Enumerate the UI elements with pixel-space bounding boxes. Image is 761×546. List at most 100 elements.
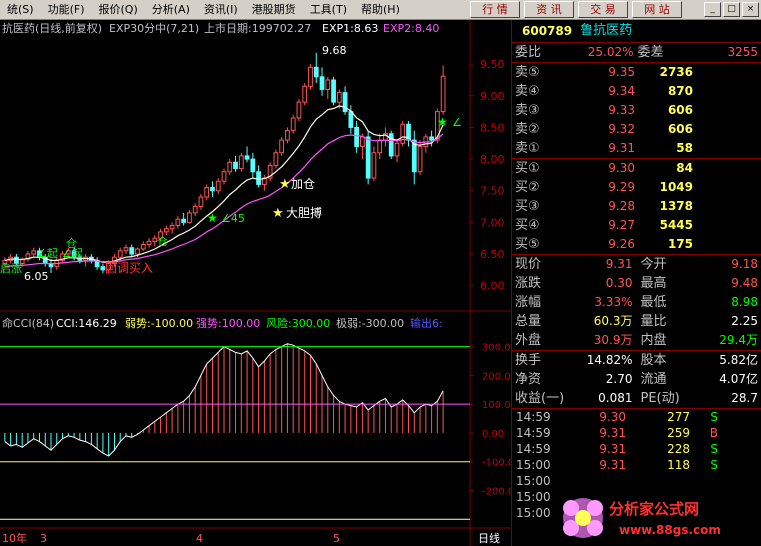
menu-tools[interactable]: 工具(T) (303, 0, 354, 19)
candle-body (123, 247, 129, 252)
candle-body (290, 117, 296, 132)
stat-label: 内盘 (640, 333, 667, 348)
cci-output: 输出6: (410, 316, 443, 330)
position-label-2: 仓 (157, 234, 168, 248)
tick-row: 14:59 9.31 259 B (512, 425, 761, 441)
candle-body (360, 136, 365, 147)
menu-function[interactable]: 功能(F) (41, 0, 92, 19)
kline-chart[interactable]: 9.50 9.00 8.50 8.00 7.50 7.00 6.50 6.00 300.00 2… (0, 20, 511, 546)
buy-volume: 1049 (659, 180, 693, 194)
exp1-value: EXP1:8.63 (322, 22, 378, 35)
candle-body (244, 155, 250, 160)
fund-label: 流通 (640, 372, 667, 387)
candle-body (348, 111, 354, 128)
stat-row: 现价 9.31 今开 9.18 (512, 255, 761, 274)
buy-level-label: 买① (515, 161, 540, 176)
candle-body (146, 240, 152, 246)
tick-volume: 118 (667, 458, 690, 472)
cci-tick-label: 200.00 (482, 371, 511, 382)
menu-hk-futures[interactable]: 港股期货 (245, 0, 303, 19)
tick-price: 9.31 (599, 426, 626, 440)
close-button[interactable]: × (742, 2, 759, 17)
stat-label: 总量 (515, 314, 542, 329)
trade-button[interactable]: 交 易 (578, 1, 628, 18)
sell-price: 9.33 (608, 103, 635, 117)
tick-price (566, 473, 626, 489)
candle-body (417, 145, 423, 173)
news-button[interactable]: 资 讯 (524, 1, 574, 18)
stat-value: 2.25 (731, 314, 758, 328)
order-ratio-row: 委比 25.02% 委差 3255 (512, 43, 761, 63)
cci-value: CCI:146.29 (56, 317, 117, 330)
stat-value: 0.30 (605, 276, 633, 290)
candle-body (31, 250, 37, 255)
tick-time: 14:59 (516, 410, 551, 424)
tick-volume: 277 (667, 410, 690, 424)
cci-tick-label: 100.00 (482, 400, 511, 411)
sell-level-label: 卖⑤ (515, 65, 540, 80)
sell-order-row: 卖⑤ 9.35 2736 (512, 63, 761, 82)
sell-level-label: 卖④ (515, 84, 540, 99)
pullback-buy-label: 回调买入 (105, 261, 153, 275)
candle-body (204, 187, 210, 198)
menu-system[interactable]: 统(S) (0, 0, 41, 19)
cci-risk: 风险:300.00 (266, 316, 330, 330)
market-button[interactable]: 行 情 (470, 1, 520, 18)
tick-side: S (710, 410, 718, 424)
tick-row: 14:59 9.30 277 S (512, 409, 761, 425)
tick-volume (626, 473, 690, 489)
candle-body (169, 225, 175, 230)
menu-quote[interactable]: 报价(Q) (92, 0, 145, 19)
angle45-mark: ★ (207, 211, 218, 225)
candle-body (325, 79, 331, 90)
fund-value: 2.70 (605, 372, 633, 386)
menu-help[interactable]: 帮助(H) (354, 0, 407, 19)
minimize-button[interactable]: _ (704, 2, 721, 17)
tick-volume: 228 (667, 442, 690, 456)
date-label-3: 3 (40, 532, 47, 545)
price-tick-label: 8.50 (480, 121, 505, 134)
fund-label: 股本 (640, 353, 667, 368)
cci-extreme: 极弱:-300.00 (336, 316, 404, 330)
stat-value: 9.48 (731, 276, 758, 290)
menu-info[interactable]: 资讯(I) (197, 0, 245, 19)
buy-volume: 5445 (659, 218, 693, 232)
start-label-1: ∠起 (37, 247, 58, 260)
maximize-button[interactable]: □ (723, 2, 740, 17)
fund-value: 0.081 (598, 391, 633, 405)
angle45-label: ∠45 (221, 212, 245, 225)
watermark: 分析家公式网 www.88gs.com (563, 498, 721, 538)
candle-body (181, 218, 187, 223)
candle-body (192, 206, 198, 214)
candle-body (331, 79, 336, 103)
tick-side (690, 473, 718, 489)
candle-body (256, 171, 261, 185)
tick-time: 14:59 (516, 442, 551, 456)
tick-price: 9.31 (599, 458, 626, 472)
buy-price: 9.30 (608, 161, 635, 175)
sell-volume: 606 (667, 103, 693, 117)
tick-side: B (709, 426, 718, 440)
sell-level-label: 卖② (515, 122, 540, 137)
stat-label: 最低 (640, 295, 667, 310)
stat-label: 今开 (640, 257, 667, 272)
fund-label: 换手 (515, 353, 542, 368)
tick-time: 15:00 (516, 458, 551, 472)
menu-analysis[interactable]: 分析(A) (145, 0, 197, 19)
candle-body (429, 136, 434, 141)
period-label[interactable]: 日线 (478, 531, 500, 545)
stock-name: 鲁抗医药 (580, 23, 633, 38)
window-controls: _ □ × (704, 2, 759, 17)
stat-label: 外盘 (515, 333, 542, 348)
high-label: 9.68 (322, 44, 347, 57)
right-star-mark: ★ (437, 115, 448, 129)
candle-body (163, 228, 169, 233)
stat-label: 涨跌 (515, 276, 542, 291)
tick-row: 14:59 9.31 228 S (512, 441, 761, 457)
weicha-label: 委差 (637, 45, 664, 60)
buy-orders: 买① 9.30 84 买② 9.29 1049 买③ 9.28 1378 买④ 9.27 5445 买⑤… (512, 159, 761, 255)
cci-tick-label: -100.00 (482, 458, 511, 469)
website-button[interactable]: 网 站 (632, 1, 682, 18)
stat-value: 29.4万 (719, 333, 758, 347)
stat-value: 9.31 (605, 257, 633, 271)
